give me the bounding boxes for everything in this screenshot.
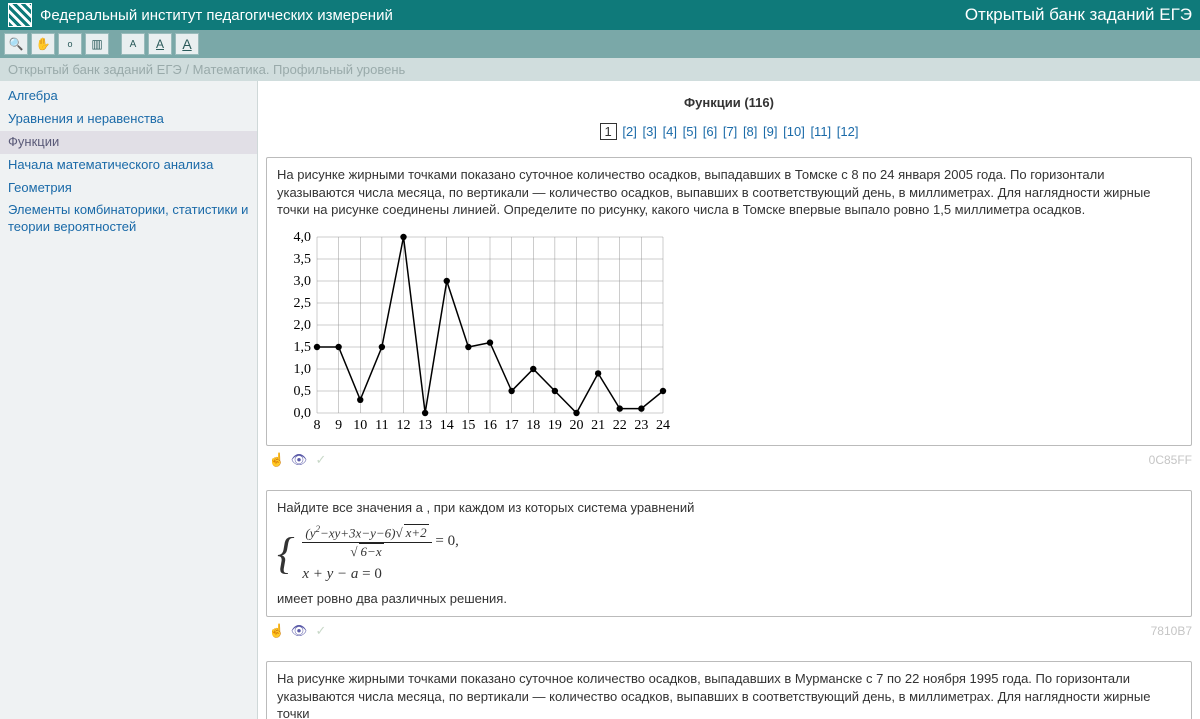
toolbar: 🔍 ✋ o ▥ A A A	[0, 30, 1200, 58]
svg-text:16: 16	[483, 418, 497, 433]
pager-link[interactable]: 1	[600, 123, 617, 140]
task-text: Найдите все значения a , при каждом из к…	[277, 499, 1181, 517]
sidebar-item[interactable]: Элементы комбинаторики, статистики и тео…	[0, 199, 257, 239]
sidebar-item[interactable]: Геометрия	[0, 177, 257, 200]
pager-link[interactable]: [7]	[723, 124, 737, 139]
svg-text:4,0: 4,0	[294, 231, 312, 245]
svg-text:10: 10	[353, 418, 367, 433]
svg-text:14: 14	[440, 418, 454, 433]
view-button[interactable]: 👁	[290, 452, 308, 468]
font-a-icon: A	[182, 36, 191, 52]
pager-link[interactable]: [12]	[837, 124, 859, 139]
chart: 0,0 0,5 1,0 1,5 2,0 2,5 3,0 3,5 4,0 89 10 11 12 13 14 1…	[277, 225, 671, 438]
app-header: Федеральный институт педагогических изме…	[0, 0, 1200, 30]
pager-link[interactable]: [10]	[783, 124, 805, 139]
hand-button[interactable]: ✋	[31, 33, 55, 55]
add-to-list-button[interactable]: ☝	[268, 623, 286, 639]
pager-link[interactable]: [11]	[810, 124, 831, 139]
svg-text:23: 23	[634, 418, 648, 433]
svg-text:21: 21	[591, 418, 605, 433]
task-footer: ☝ 👁 ✓ 0C85FF	[266, 450, 1192, 490]
view-button[interactable]: 👁	[290, 623, 308, 639]
svg-text:8: 8	[314, 418, 321, 433]
svg-text:13: 13	[418, 418, 432, 433]
app-header-right: Открытый банк заданий ЕГЭ	[965, 5, 1192, 25]
task-footer: ☝ 👁 ✓ 7810B7	[266, 621, 1192, 661]
app-title: Федеральный институт педагогических изме…	[40, 7, 393, 24]
add-to-list-button[interactable]: ☝	[268, 452, 286, 468]
pager-link[interactable]: [5]	[683, 124, 697, 139]
svg-text:15: 15	[461, 418, 475, 433]
svg-text:1,5: 1,5	[294, 340, 312, 355]
svg-text:9: 9	[335, 418, 342, 433]
task-text: На рисунке жирными точками показано суто…	[277, 166, 1181, 219]
chart-svg: 0,0 0,5 1,0 1,5 2,0 2,5 3,0 3,5 4,0 89 10 11 12 13 14 1…	[281, 231, 671, 433]
svg-text:11: 11	[375, 418, 388, 433]
pager-link[interactable]: [4]	[663, 124, 677, 139]
page-title: Функции (116)	[266, 95, 1192, 110]
mark-done-button[interactable]: ✓	[312, 623, 330, 639]
pager-link[interactable]: [2]	[622, 124, 636, 139]
task-code: 0C85FF	[1149, 453, 1192, 467]
svg-text:1,0: 1,0	[294, 362, 312, 377]
search-button[interactable]: 🔍	[4, 33, 28, 55]
breadcrumb: Открытый банк заданий ЕГЭ / Математика. …	[0, 58, 1200, 81]
sidebar-item[interactable]: Начала математического анализа	[0, 154, 257, 177]
pager-link[interactable]: [6]	[703, 124, 717, 139]
svg-text:0,5: 0,5	[294, 384, 312, 399]
histogram-icon: ▥	[91, 37, 102, 51]
content: Функции (116) 1 [2] [3] [4] [5] [6] [7] …	[258, 81, 1200, 719]
svg-text:20: 20	[570, 418, 584, 433]
task-equation: { (y2−xy+3x−y−6)x+2 6−x = 0, x + y − a =…	[277, 517, 1181, 591]
task-card: Найдите все значения a , при каждом из к…	[266, 490, 1192, 617]
pager-link[interactable]: [8]	[743, 124, 757, 139]
task-card: На рисунке жирными точками показано суто…	[266, 157, 1192, 446]
font-large-button[interactable]: A	[175, 33, 199, 55]
svg-text:2,5: 2,5	[294, 296, 312, 311]
svg-text:3,0: 3,0	[294, 274, 312, 289]
sidebar-item[interactable]: Алгебра	[0, 85, 257, 108]
font-a-icon: A	[130, 39, 137, 50]
svg-text:0,0: 0,0	[294, 406, 312, 421]
hand-icon: ✋	[36, 37, 51, 51]
task-card: На рисунке жирными точками показано суто…	[266, 661, 1192, 719]
font-small-button[interactable]: A	[121, 33, 145, 55]
search-icon: 🔍	[9, 37, 24, 51]
svg-text:17: 17	[505, 418, 519, 433]
pager: 1 [2] [3] [4] [5] [6] [7] [8] [9] [10] […	[266, 124, 1192, 139]
svg-text:22: 22	[613, 418, 627, 433]
degree-icon: o	[67, 39, 72, 49]
app-logo	[8, 3, 32, 27]
task-code: 7810B7	[1151, 624, 1192, 638]
pager-link[interactable]: [9]	[763, 124, 777, 139]
sidebar-item[interactable]: Функции	[0, 131, 257, 154]
degree-button[interactable]: o	[58, 33, 82, 55]
svg-text:2,0: 2,0	[294, 318, 312, 333]
font-a-icon: A	[156, 37, 164, 51]
svg-text:3,5: 3,5	[294, 252, 312, 267]
sidebar-item[interactable]: Уравнения и неравенства	[0, 108, 257, 131]
histogram-button[interactable]: ▥	[85, 33, 109, 55]
svg-text:19: 19	[548, 418, 562, 433]
task-text: На рисунке жирными точками показано суто…	[277, 670, 1181, 719]
font-medium-button[interactable]: A	[148, 33, 172, 55]
pager-link[interactable]: [3]	[642, 124, 656, 139]
mark-done-button[interactable]: ✓	[312, 452, 330, 468]
svg-text:12: 12	[397, 418, 411, 433]
svg-text:18: 18	[526, 418, 540, 433]
task-text: имеет ровно два различных решения.	[277, 590, 1181, 608]
svg-text:24: 24	[656, 418, 670, 433]
sidebar: АлгебраУравнения и неравенстваФункцииНач…	[0, 81, 258, 719]
